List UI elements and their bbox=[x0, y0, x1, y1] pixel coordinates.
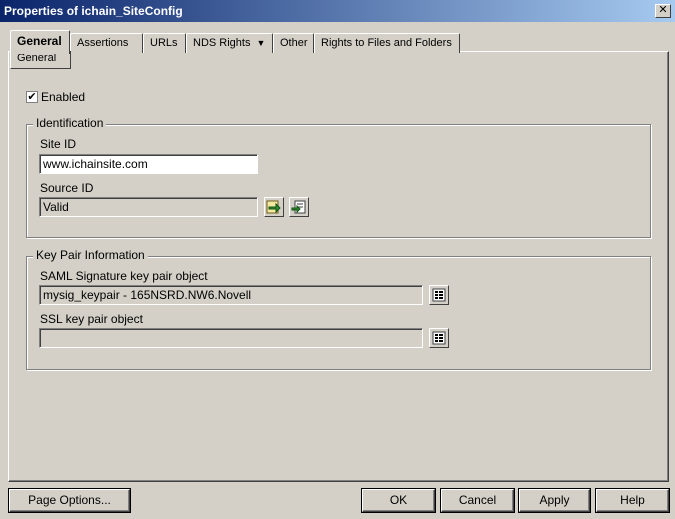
chevron-down-icon[interactable]: ▼ bbox=[256, 38, 265, 48]
site-id-label: Site ID bbox=[40, 137, 77, 151]
enabled-label[interactable]: Enabled bbox=[41, 90, 85, 104]
tab-urls[interactable]: URLs bbox=[143, 33, 186, 53]
title-bar: Properties of ichain_SiteConfig ✕ bbox=[0, 0, 675, 22]
tab-other-label: Other bbox=[280, 37, 308, 49]
export-button[interactable] bbox=[289, 197, 309, 217]
site-id-field[interactable]: www.ichainsite.com bbox=[39, 154, 258, 174]
import-icon bbox=[266, 200, 281, 214]
help-button[interactable]: Help bbox=[596, 489, 669, 512]
ssl-keypair-field[interactable] bbox=[39, 328, 423, 348]
apply-button[interactable]: Apply bbox=[519, 489, 590, 512]
tab-nds-rights-label: NDS Rights bbox=[193, 37, 251, 49]
source-id-label: Source ID bbox=[40, 181, 94, 195]
ssl-browse-button[interactable] bbox=[429, 328, 449, 348]
page-options-button[interactable]: Page Options... bbox=[9, 489, 130, 512]
tab-other[interactable]: Other bbox=[273, 33, 314, 53]
window-title: Properties of ichain_SiteConfig bbox=[4, 4, 183, 18]
tab-general[interactable]: General bbox=[10, 30, 70, 54]
tab-urls-label: URLs bbox=[150, 37, 178, 49]
checkmark-icon: ✔ bbox=[27, 91, 37, 103]
saml-label: SAML Signature key pair object bbox=[40, 269, 208, 283]
export-icon bbox=[291, 200, 306, 214]
identification-legend: Identification bbox=[33, 116, 107, 130]
close-button[interactable]: ✕ bbox=[655, 4, 671, 18]
saml-browse-button[interactable] bbox=[429, 285, 449, 305]
ssl-label: SSL key pair object bbox=[40, 312, 143, 326]
tab-assertions-label: Assertions bbox=[77, 37, 129, 49]
import-button[interactable] bbox=[264, 197, 284, 217]
object-browser-icon bbox=[432, 288, 446, 302]
tab-assertions[interactable]: Assertions bbox=[70, 33, 143, 53]
object-browser-icon bbox=[432, 331, 446, 345]
key-pair-legend: Key Pair Information bbox=[33, 248, 148, 262]
tab-general-label: General bbox=[17, 34, 62, 48]
tab-rights-to-files-label: Rights to Files and Folders bbox=[321, 37, 452, 49]
identification-group: Identification bbox=[26, 116, 651, 238]
close-icon: ✕ bbox=[658, 4, 668, 16]
source-id-field[interactable]: Valid bbox=[39, 197, 258, 217]
saml-keypair-field[interactable]: mysig_keypair - 165NSRD.NW6.Novell bbox=[39, 285, 423, 305]
tab-nds-rights[interactable]: NDS Rights ▼ bbox=[186, 33, 273, 53]
cancel-button[interactable]: Cancel bbox=[441, 489, 514, 512]
tab-rights-to-files[interactable]: Rights to Files and Folders bbox=[314, 33, 460, 53]
enabled-checkbox[interactable]: ✔ bbox=[26, 91, 38, 103]
ok-button[interactable]: OK bbox=[362, 489, 435, 512]
